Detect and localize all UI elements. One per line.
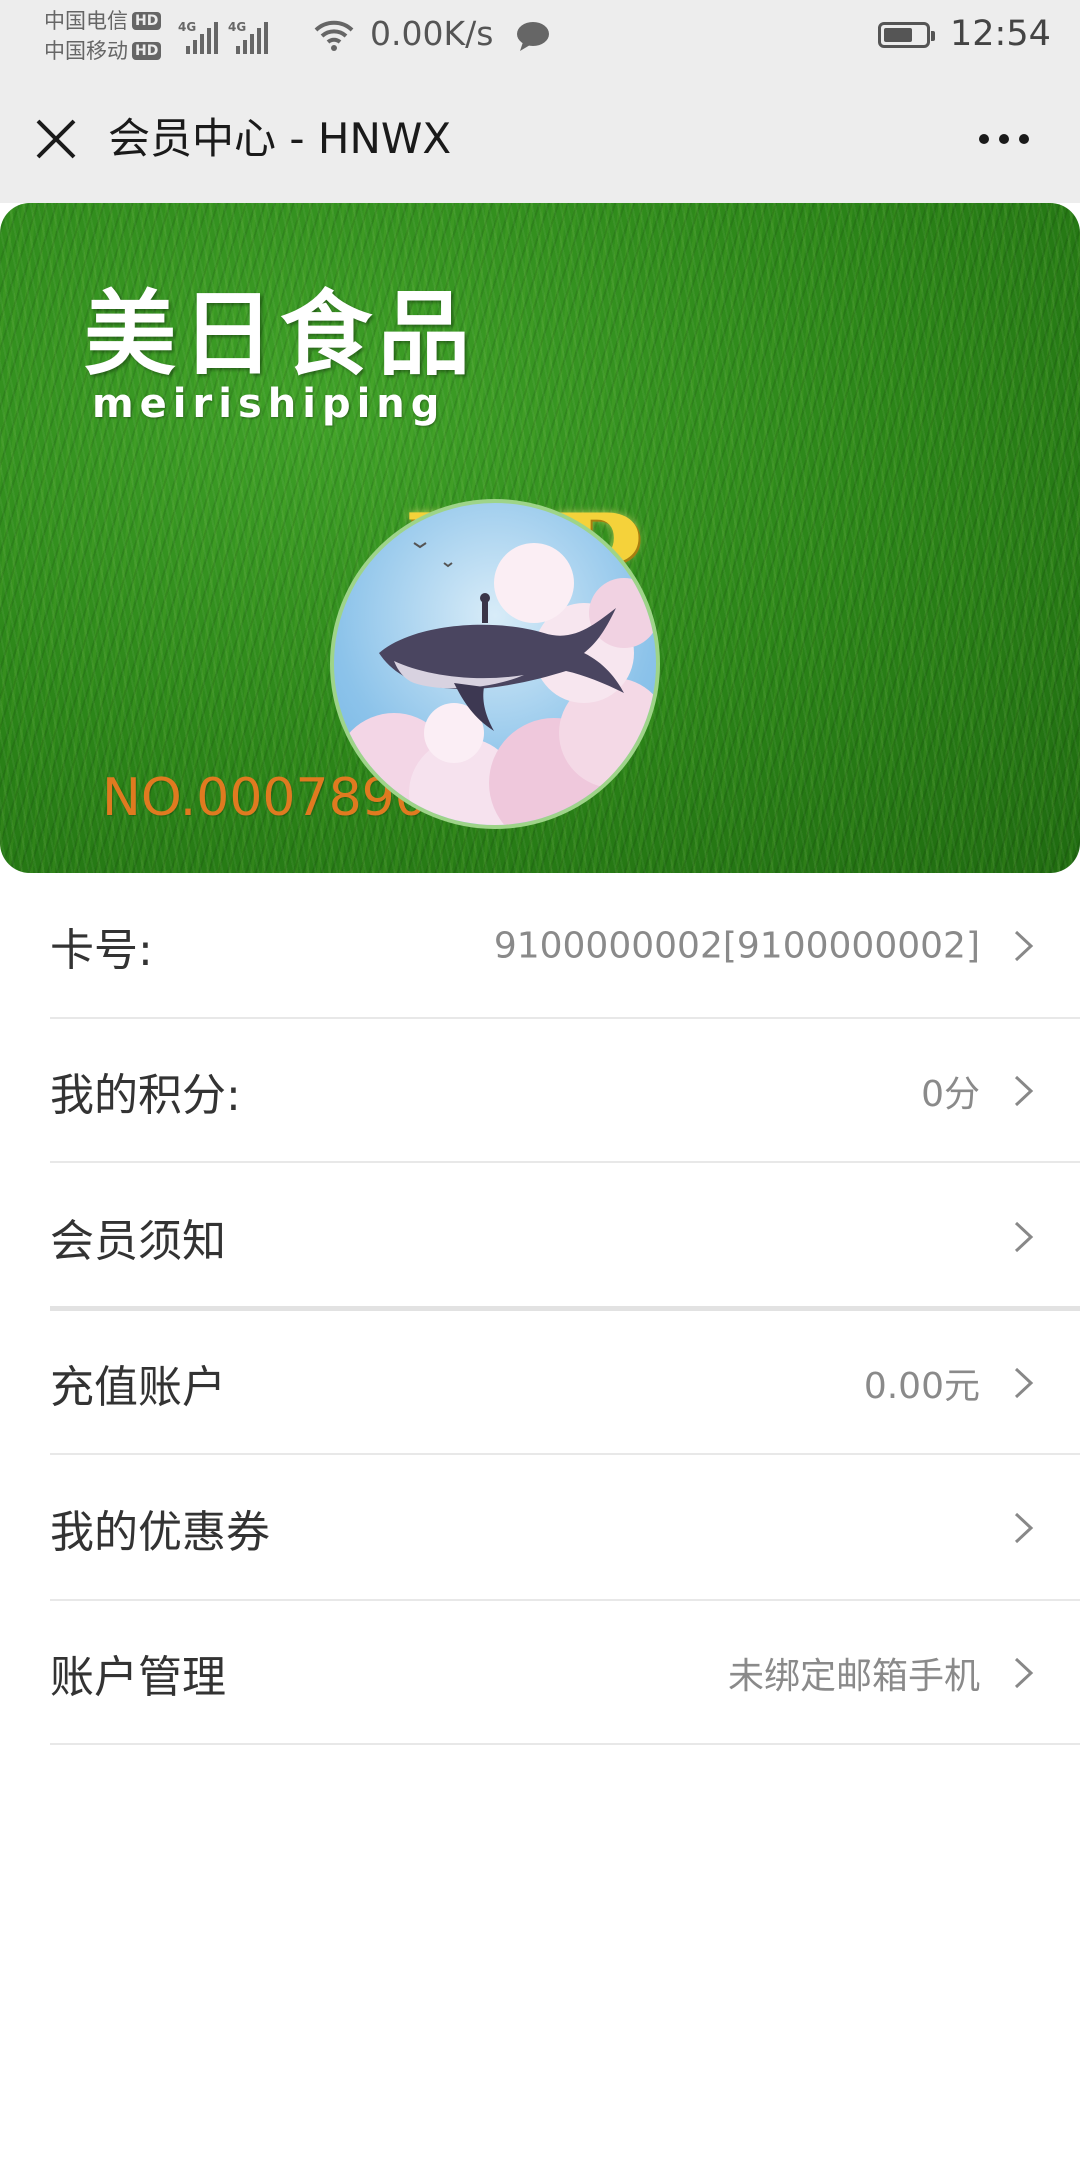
menu-item-label: 我的优惠券	[50, 1507, 270, 1558]
avatar[interactable]	[330, 499, 660, 829]
menu-item-account-management[interactable]: 账户管理 未绑定邮箱手机	[0, 1601, 1080, 1745]
menu-item-points[interactable]: 我的积分: 0分	[0, 1019, 1080, 1163]
status-bar: 中国电信 HD 中国移动 HD 4G 4G 0.00K/s 12:54	[0, 0, 1080, 75]
close-button[interactable]	[28, 111, 84, 167]
hd-badge: HD	[132, 42, 162, 60]
hd-badge: HD	[132, 12, 162, 30]
menu-item-label: 充值账户	[50, 1362, 226, 1413]
page-title: 会员中心 - HNWX	[108, 114, 452, 163]
whale-illustration	[334, 542, 656, 825]
wifi-icon	[314, 20, 354, 51]
chevron-right-icon	[1014, 1221, 1034, 1253]
chevron-right-icon	[1014, 1075, 1034, 1107]
title-bar: 会员中心 - HNWX	[0, 75, 1080, 203]
carrier-telecom: 中国电信	[44, 9, 128, 33]
menu-item-member-notice[interactable]: 会员须知	[0, 1163, 1080, 1311]
clock: 12:54	[950, 14, 1051, 54]
carrier-mobile: 中国移动	[44, 39, 128, 63]
chevron-right-icon	[1014, 1512, 1034, 1544]
menu-item-value: 0分	[921, 1074, 980, 1115]
divider	[50, 1743, 1080, 1745]
menu-item-label: 账户管理	[50, 1652, 226, 1703]
signal-icon: 4G	[178, 20, 218, 54]
menu-item-value: 0.00元	[863, 1366, 980, 1407]
chevron-right-icon	[1014, 1367, 1034, 1399]
menu-item-label: 会员须知	[50, 1216, 226, 1267]
close-icon	[36, 119, 76, 159]
message-icon	[517, 22, 549, 51]
network-type-label: 4G	[178, 20, 197, 34]
more-options-button[interactable]	[972, 111, 1036, 167]
chevron-right-icon	[1014, 1657, 1034, 1689]
menu-item-card-number[interactable]: 卡号: 9100000002[9100000002]	[0, 873, 1080, 1019]
menu-item-value: 9100000002[9100000002]	[493, 925, 980, 967]
member-card-banner: 美日食品 meirishiping VIP NO.0007890	[0, 203, 1080, 873]
menu-item-recharge-account[interactable]: 充值账户 0.00元	[0, 1311, 1080, 1455]
menu-item-label: 我的积分:	[50, 1070, 241, 1121]
chevron-right-icon	[1014, 930, 1034, 962]
menu-item-value: 未绑定邮箱手机	[727, 1656, 980, 1697]
more-icon	[979, 134, 1029, 144]
network-speed: 0.00K/s	[370, 14, 494, 53]
brand-pinyin: meirishiping	[92, 381, 446, 427]
network-type-label: 4G	[228, 20, 247, 34]
menu-item-coupons[interactable]: 我的优惠券	[0, 1455, 1080, 1601]
signal-indicators: 4G 4G	[178, 14, 268, 54]
menu-item-label: 卡号:	[50, 925, 153, 976]
brand-name: 美日食品	[84, 281, 477, 388]
carrier-info: 中国电信 HD 中国移动 HD	[44, 6, 162, 66]
signal-icon: 4G	[228, 20, 268, 54]
member-menu: 卡号: 9100000002[9100000002] 我的积分: 0分 会员须知…	[0, 873, 1080, 1745]
battery-icon	[878, 22, 935, 48]
